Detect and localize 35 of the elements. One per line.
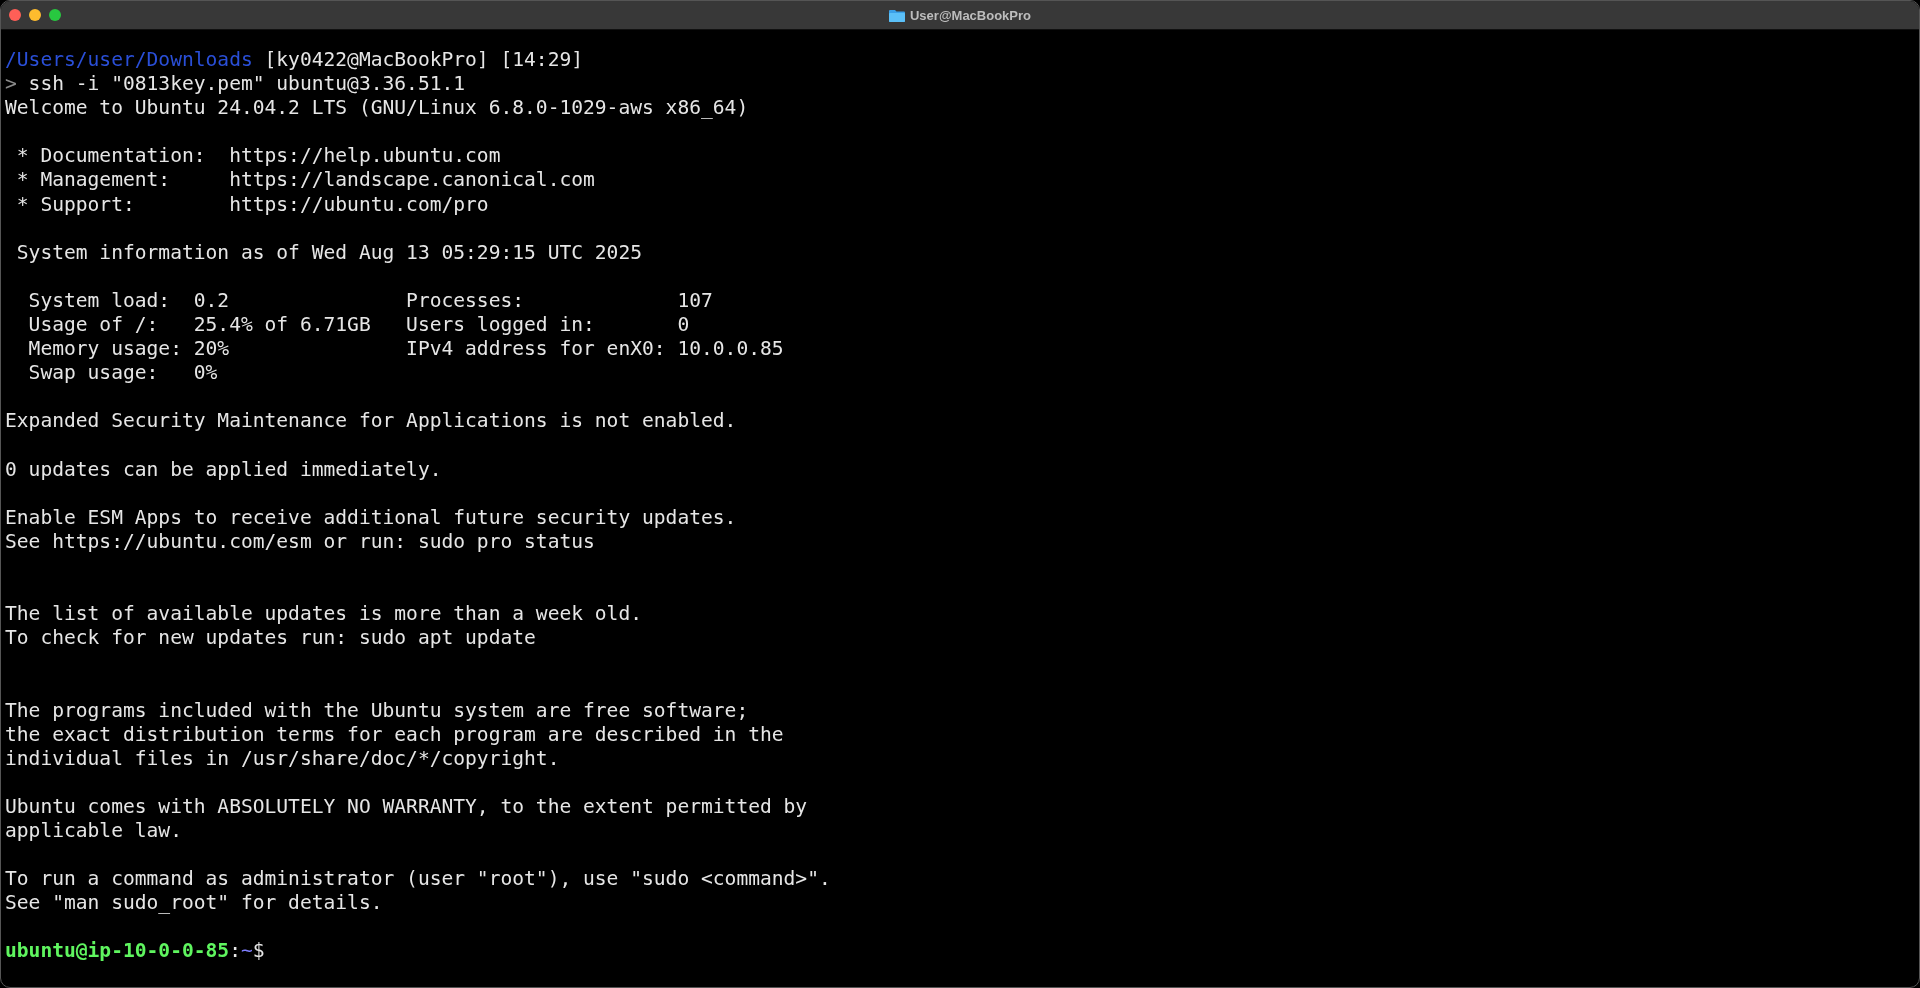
- terminal-line: System load: 0.2 Processes: 107: [27, 288, 713, 312]
- terminal-line: The programs included with the Ubuntu system are free software;: [5, 698, 749, 722]
- terminal-line: * Documentation: https://help.ubuntu.com: [15, 144, 501, 168]
- terminal-line: * Management: https://landscape.canonical.com: [15, 168, 595, 192]
- terminal-line: System information as of Wed Aug 13 05:29:15 UTC 2025: [15, 240, 642, 264]
- terminal-line: Memory usage: 20% IPv4 address for enX0: 10.0.0.85: [27, 337, 784, 361]
- terminal-text: ssh -i "0813key.pem" ubuntu@3.36.51.1: [27, 72, 466, 96]
- terminal-line: * Support: https://ubuntu.com/pro: [15, 192, 489, 216]
- window-title: User@MacBookPro: [909, 7, 1031, 23]
- terminal-line: Swap usage: 0%: [27, 361, 218, 385]
- terminal-line: applicable law.: [5, 819, 182, 842]
- terminal-line: See https://ubuntu.com/esm or run: sudo pro status: [5, 529, 595, 553]
- terminal-line: Welcome to Ubuntu 24.04.2 LTS (GNU/Linux 6.8.0-1029-aws x86_64): [5, 96, 749, 120]
- home-directory: ~: [240, 939, 253, 963]
- terminal-line: To run a command as administrator (user "root"), use "sudo <command>".: [5, 867, 831, 891]
- folder-icon: [888, 8, 905, 22]
- terminal-line: Enable ESM Apps to receive additional future security updates.: [5, 505, 737, 529]
- terminal-line: The list of available updates is more than a week old.: [5, 602, 642, 626]
- directory-path: /Users/user/Downloads: [5, 48, 253, 71]
- terminal-line: the exact distribution terms for each program are described in the: [5, 722, 784, 746]
- user-host: ubuntu@ip-10-0-0-85: [5, 939, 230, 963]
- terminal-line: individual files in /usr/share/doc/*/copyright.: [5, 746, 560, 770]
- terminal-line: To check for new updates run: sudo apt update: [5, 626, 536, 650]
- terminal-text: :: [229, 939, 241, 963]
- terminal-text: $: [252, 939, 265, 963]
- terminal-line: Expanded Security Maintenance for Applications is not enabled.: [5, 409, 737, 433]
- terminal-line: See "man sudo_root" for details.: [5, 891, 383, 915]
- terminal-line: Ubuntu comes with ABSOLUTELY NO WARRANTY, to the extent permitted by: [5, 794, 808, 818]
- prompt-symbol: >: [5, 72, 17, 96]
- terminal-text: [ky0422@MacBookPro] [14:29]: [263, 48, 584, 71]
- zoom-button[interactable]: [49, 9, 61, 21]
- terminal-line: Usage of /: 25.4% of 6.71GB Users logged in: 0: [27, 313, 690, 337]
- minimize-button[interactable]: [29, 9, 41, 21]
- terminal-line: 0 updates can be applied immediately.: [5, 457, 442, 481]
- close-button[interactable]: [9, 9, 21, 21]
